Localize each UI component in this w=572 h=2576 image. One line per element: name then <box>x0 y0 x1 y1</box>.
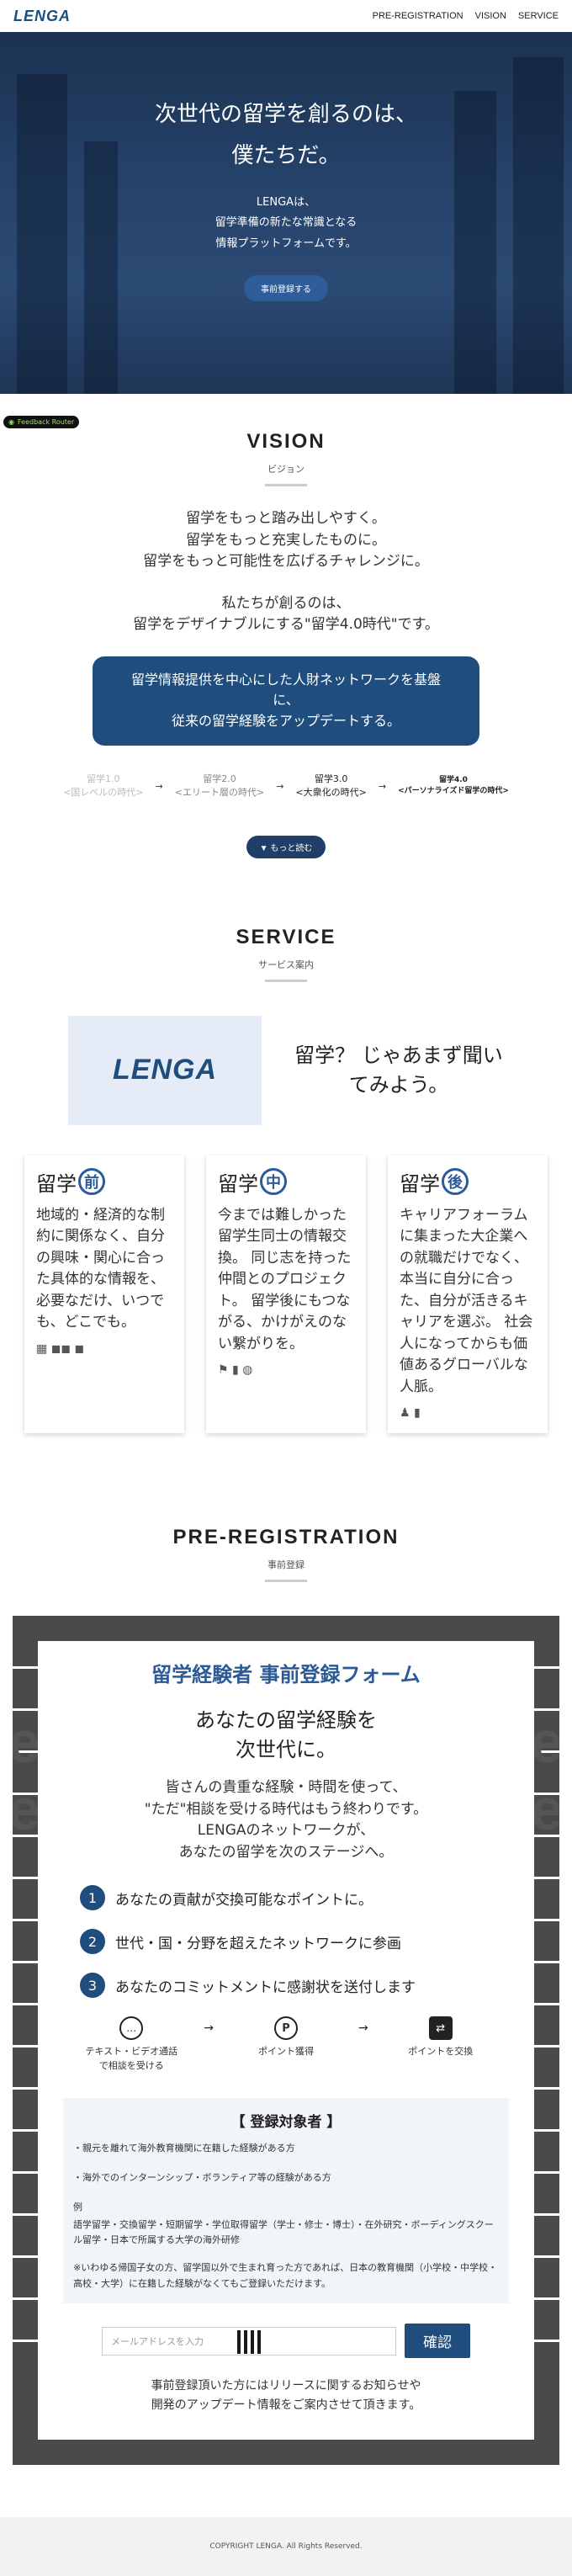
arrow-right-icon: → <box>358 2021 368 2036</box>
form-note: 事前登録頂いた方にはリリースに関するお知らせや 開発のアップデート情報をご案内さ… <box>151 2379 421 2412</box>
service-logo-box: LENGA <box>68 1015 262 1125</box>
service-card-during: 留学 中 今までは難しかった留学生同士の情報交換。 同じ志を持った仲間とのプロジ… <box>206 1155 366 1433</box>
timeline-item: 留学1.0 <国レベルの時代> <box>63 773 144 799</box>
form-title: 留学経験者 事前登録フォーム <box>151 1662 421 1686</box>
top-nav: LENGA PRE-REGISTRATION VISION SERVICE <box>0 0 572 32</box>
benefit-step: 1 あなたの貢献が交換可能なポイントに。 <box>80 1885 509 1911</box>
card-icons: ⚑ ▮ ◍ <box>218 1363 253 1378</box>
flow-item: P ポイント獲得 <box>236 2016 336 2059</box>
nav-links: PRE-REGISTRATION VISION SERVICE <box>373 11 559 21</box>
eligibility-box: 【 登録対象者 】 ・親元を離れて海外教育機関に在籍した経験がある方 ・海外での… <box>63 2098 509 2304</box>
kanji-badge: 前 <box>78 1168 105 1196</box>
vision-title: VISION <box>246 430 326 453</box>
preregistration-title: PRE-REGISTRATION <box>172 1525 400 1548</box>
card-icons: ▦ ◼◼ ◼ <box>36 1341 84 1356</box>
timeline-item: 留学3.0 <大衆化の時代> <box>295 773 367 799</box>
feedback-router-badge[interactable]: ◉ Feedback Router <box>3 416 80 428</box>
feedback-icon: ◉ <box>8 418 14 426</box>
email-form-row: メールアドレスを入力 確認 <box>63 2324 509 2359</box>
email-input[interactable]: メールアドレスを入力 <box>102 2326 396 2356</box>
eligibility-line: 例 <box>73 2201 82 2212</box>
service-subtitle: サービス案内 <box>258 959 314 970</box>
service-title: SERVICE <box>236 925 336 948</box>
benefit-steps: 1 あなたの貢献が交換可能なポイントに。 2 世代・国・分野を超えたネットワーク… <box>80 1885 509 1999</box>
ghost-letter: e <box>13 1776 40 1842</box>
hero-content: 次世代の留学を創るのは、 僕たちだ。 LENGAは、 留学準備の新たな常識となる … <box>0 32 572 301</box>
flow-item: ⇄ ポイントを交換 <box>390 2016 491 2059</box>
kanji-badge: 後 <box>442 1168 469 1196</box>
footer: COPYRIGHT LENGA. All Rights Reserved. <box>0 2517 572 2576</box>
card-body: 地域的・経済的な制約に関係なく、自分の興味・関心に合った具体的な情報を、 必要な… <box>36 1206 165 1331</box>
kanji-badge: 中 <box>260 1168 287 1196</box>
eligibility-line: ・海外でのインターンシップ・ボランティア等の経験がある方 <box>73 2172 331 2184</box>
nav-link-service[interactable]: SERVICE <box>518 11 559 21</box>
lenga-logo[interactable]: LENGA <box>13 8 71 25</box>
form-headline: あなたの留学経験を 次世代に。 <box>195 1708 377 1761</box>
timeline-item: 留学2.0 <エリート層の時代> <box>174 773 265 799</box>
timeline-item: 留学4.0 <パーソナライズド留学の時代> <box>398 775 509 796</box>
nav-link-vision[interactable]: VISION <box>475 11 506 21</box>
card-body: 今までは難しかった留学生同士の情報交換。 同じ志を持った仲間とのプロジェクト。 … <box>218 1206 352 1352</box>
step-number-icon: 2 <box>80 1929 105 1955</box>
service-intro: LENGA 留学？ じゃあまず聞いてみよう。 <box>0 1015 572 1125</box>
benefit-step: 3 あなたのコミットメントに感謝状を送付します <box>80 1973 509 1999</box>
qr-code-icon <box>237 2329 261 2354</box>
point-icon: P <box>274 2016 298 2041</box>
arrow-right-icon: → <box>276 780 284 792</box>
service-card-before: 留学 前 地域的・経済的な制約に関係なく、自分の興味・関心に合った具体的な情報を… <box>24 1155 184 1433</box>
points-flow: … テキスト・ビデオ通話で相談を受ける → P ポイント獲得 → ⇄ ポイントを… <box>63 2016 509 2073</box>
card-title: 留学 前 <box>36 1167 172 1197</box>
hero-description: LENGAは、 留学準備の新たな常識となる 情報プラットフォームです。 <box>214 195 358 251</box>
card-body: キャリアフォーラムに集まった大企業への就職だけでなく、 本当に自分に合った、自分… <box>400 1206 533 1395</box>
service-section: SERVICE サービス案内 LENGA 留学？ じゃあまず聞いてみよう。 留学… <box>0 926 572 1433</box>
exchange-icon: ⇄ <box>428 2016 453 2041</box>
vision-text-1: 留学をもっと踏み出しやすく。 留学をもっと充実したものに。 留学をもっと可能性を… <box>143 510 429 570</box>
vision-section: VISION ビジョン 留学をもっと踏み出しやすく。 留学をもっと充実したものに… <box>0 428 572 858</box>
ryugaku-timeline: 留学1.0 <国レベルの時代> → 留学2.0 <エリート層の時代> → 留学3.0… <box>0 773 572 800</box>
card-title: 留学 後 <box>400 1167 536 1197</box>
lenga-logo: LENGA <box>113 1054 217 1086</box>
arrow-right-icon: → <box>204 2021 214 2036</box>
flow-item: … テキスト・ビデオ通話で相談を受ける <box>81 2016 182 2073</box>
ghost-letter: e <box>13 1708 40 1775</box>
eligibility-line: 語学留学・交換留学・短期留学・学位取得留学（学士・修士・博士）・在外研究・ボーデ… <box>73 2218 494 2246</box>
vision-highlight-box: 留学情報提供を中心にした人財ネットワークを基盤 に、 従来の留学経験をアップデー… <box>93 656 479 746</box>
chat-bubble-icon: … <box>119 2016 144 2041</box>
arrow-right-icon: → <box>378 780 387 792</box>
card-icons: ♟ ▮ <box>400 1406 421 1421</box>
step-number-icon: 3 <box>80 1973 105 1999</box>
service-cards: 留学 前 地域的・経済的な制約に関係なく、自分の興味・関心に合った具体的な情報を… <box>0 1155 572 1433</box>
read-more-button[interactable]: ▼ もっと読む <box>246 835 326 858</box>
preregistration-subtitle: 事前登録 <box>267 1559 305 1570</box>
service-card-after: 留学 後 キャリアフォーラムに集まった大企業への就職だけでなく、 本当に自分に合… <box>388 1155 548 1433</box>
vision-subtitle: ビジョン <box>267 464 305 475</box>
form-description: 皆さんの貴重な経験・時間を使って、 "ただ"相談を受ける時代はもう終わりです。 … <box>144 1779 428 1861</box>
vision-text-2: 私たちが創るのは、 留学をデザイナブルにする"留学4.0時代"です。 <box>133 594 439 634</box>
section-divider <box>265 1579 307 1582</box>
preregistration-section: PRE-REGISTRATION 事前登録 e e e e 留学経験者 事前登録… <box>0 1525 572 2466</box>
nav-link-preregistration[interactable]: PRE-REGISTRATION <box>373 11 463 21</box>
section-divider <box>265 979 307 982</box>
registration-form-card: 留学経験者 事前登録フォーム あなたの留学経験を 次世代に。 皆さんの貴重な経験… <box>38 1640 534 2441</box>
hero-section: 次世代の留学を創るのは、 僕たちだ。 LENGAは、 留学準備の新たな常識となる … <box>0 32 572 394</box>
preregistration-panel: e e e e 留学経験者 事前登録フォーム あなたの留学経験を 次世代に。 皆… <box>13 1615 559 2466</box>
arrow-right-icon: → <box>155 780 163 792</box>
ghost-letter: e <box>530 1708 559 1775</box>
service-catchphrase: 留学？ じゃあまず聞いてみよう。 <box>294 1044 503 1097</box>
eligibility-line: ※いわゆる帰国子女の方、留学国以外で生まれ育った方であれば、日本の教育機関（小学… <box>73 2261 498 2289</box>
benefit-step: 2 世代・国・分野を超えたネットワークに参画 <box>80 1929 509 1955</box>
section-divider <box>265 484 307 486</box>
copyright-text: COPYRIGHT LENGA. All Rights Reserved. <box>209 2542 363 2552</box>
eligibility-title: 【 登録対象者 】 <box>230 2114 342 2132</box>
confirm-button[interactable]: 確認 <box>405 2324 470 2359</box>
step-number-icon: 1 <box>80 1885 105 1911</box>
card-title: 留学 中 <box>218 1167 354 1197</box>
eligibility-line: ・親元を離れて海外教育機関に在籍した経験がある方 <box>73 2143 295 2154</box>
hero-title: 次世代の留学を創るのは、 僕たちだ。 <box>154 102 417 169</box>
ghost-letter: e <box>530 1776 559 1842</box>
hero-register-button[interactable]: 事前登録する <box>244 274 328 301</box>
